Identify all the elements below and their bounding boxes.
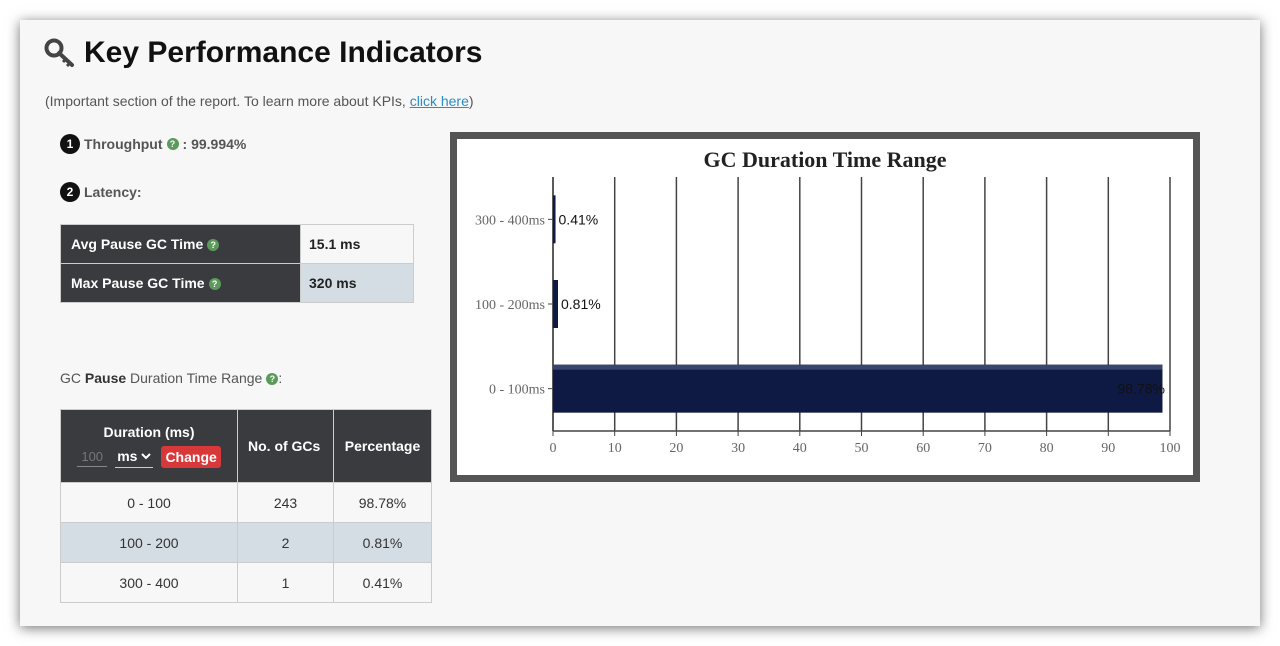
x-tick-label: 60 — [916, 441, 930, 456]
data-label: 0.81% — [561, 296, 601, 312]
question-circle-icon[interactable]: ? — [208, 278, 221, 291]
x-tick-label: 50 — [855, 441, 869, 456]
question-circle-icon[interactable]: ? — [266, 373, 279, 386]
y-tick-label: 300 - 400ms — [475, 213, 545, 228]
gc-duration-chart: GC Duration Time Range 0 10 20 30 40 50 60 70 80… — [457, 139, 1193, 475]
bar — [553, 280, 558, 328]
chart-title: GC Duration Time Range — [703, 147, 946, 172]
max-pause-label-cell: Max Pause GC Time? — [60, 263, 301, 303]
question-circle-icon[interactable]: ? — [166, 138, 179, 150]
count-header: No. of GCs — [237, 409, 334, 483]
x-tick-label: 40 — [793, 441, 807, 456]
percentage-header: Percentage — [333, 409, 432, 483]
avg-pause-label-cell: Avg Pause GC Time? — [60, 224, 301, 264]
latency-line: 2 Latency: — [60, 182, 142, 202]
range-cell: 100 - 200 — [60, 522, 238, 563]
duration-controls: ms Change — [61, 446, 237, 468]
duration-header-label: Duration (ms) — [103, 424, 195, 440]
max-pause-value: 320 ms — [300, 263, 414, 303]
page-title-row: Key Performance Indicators — [44, 36, 482, 70]
gc-duration-table: Duration (ms) ms Change No. of GCs Perce… — [60, 409, 432, 603]
latency-number-badge: 2 — [60, 182, 80, 202]
change-button[interactable]: Change — [161, 446, 221, 468]
duration-header: Duration (ms) ms Change — [60, 409, 238, 483]
pause-range-title: GC Pause Duration Time Range?: — [60, 370, 282, 386]
x-tick-label: 10 — [608, 441, 622, 456]
bar-highlight — [553, 364, 1163, 370]
latency-table: Avg Pause GC Time? 15.1 ms Max Pause GC … — [60, 224, 414, 303]
throughput-label: Throughput — [84, 136, 163, 152]
range-title-bold: Pause — [84, 370, 127, 386]
latency-row-avg: Avg Pause GC Time? 15.1 ms — [60, 224, 414, 264]
percentage-cell: 98.78% — [333, 482, 432, 523]
throughput-line: 1 Throughput ? : 99.994% — [60, 134, 246, 154]
unit-select[interactable]: ms — [115, 446, 154, 468]
kpi-panel: Key Performance Indicators (Important se… — [20, 20, 1260, 626]
x-tick-label: 70 — [978, 441, 992, 456]
percentage-cell: 0.41% — [333, 562, 432, 603]
page-title: Key Performance Indicators — [84, 36, 483, 69]
range-title-prefix: GC — [60, 370, 85, 386]
x-tick-label: 30 — [731, 441, 745, 456]
table-row: 0 - 100 243 98.78% — [60, 482, 432, 523]
throughput-number-badge: 1 — [60, 134, 80, 154]
duration-step-input[interactable] — [77, 447, 108, 467]
latency-label: Latency: — [84, 184, 142, 200]
gc-table-header: Duration (ms) ms Change No. of GCs Perce… — [60, 409, 432, 483]
range-cell: 300 - 400 — [60, 562, 238, 603]
y-tick-label: 100 - 200ms — [475, 298, 545, 313]
unit-select-value: ms — [117, 448, 138, 464]
throughput-value: : 99.994% — [182, 136, 247, 152]
chevron-down-icon — [141, 452, 152, 459]
bar — [553, 364, 1163, 413]
percentage-cell: 0.81% — [333, 522, 432, 563]
data-label: 98.78% — [1117, 381, 1164, 397]
x-tick-label: 90 — [1101, 441, 1115, 456]
max-pause-label: Max Pause GC Time — [71, 275, 205, 291]
data-label: 0.41% — [559, 211, 599, 227]
x-tick-label: 20 — [669, 441, 683, 456]
count-cell: 2 — [237, 522, 334, 563]
x-tick-label: 100 — [1160, 441, 1181, 456]
avg-pause-label: Avg Pause GC Time — [71, 236, 204, 252]
range-cell: 0 - 100 — [60, 482, 238, 523]
table-row: 300 - 400 1 0.41% — [60, 562, 432, 603]
key-icon — [44, 38, 74, 68]
avg-pause-value: 15.1 ms — [300, 224, 414, 264]
x-tick-label: 80 — [1040, 441, 1054, 456]
question-circle-icon[interactable]: ? — [207, 239, 220, 252]
count-cell: 1 — [237, 562, 334, 603]
y-tick-label: 0 - 100ms — [489, 383, 545, 398]
table-row: 100 - 200 2 0.81% — [60, 522, 432, 563]
range-title-suffix: Duration Time Range — [126, 370, 263, 386]
count-cell: 243 — [237, 482, 334, 523]
gc-duration-chart-frame: GC Duration Time Range 0 10 20 30 40 50 60 70 80… — [450, 132, 1200, 482]
latency-row-max: Max Pause GC Time? 320 ms — [60, 263, 414, 303]
bar — [553, 195, 556, 244]
click-here-link[interactable]: click here — [410, 93, 469, 109]
subtitle-text: (Important section of the report. To lea… — [45, 93, 410, 109]
x-tick-label: 0 — [550, 441, 557, 456]
subtitle-close: ) — [468, 93, 474, 109]
page-subtitle: (Important section of the report. To lea… — [45, 93, 474, 109]
range-title-colon: : — [278, 370, 283, 386]
